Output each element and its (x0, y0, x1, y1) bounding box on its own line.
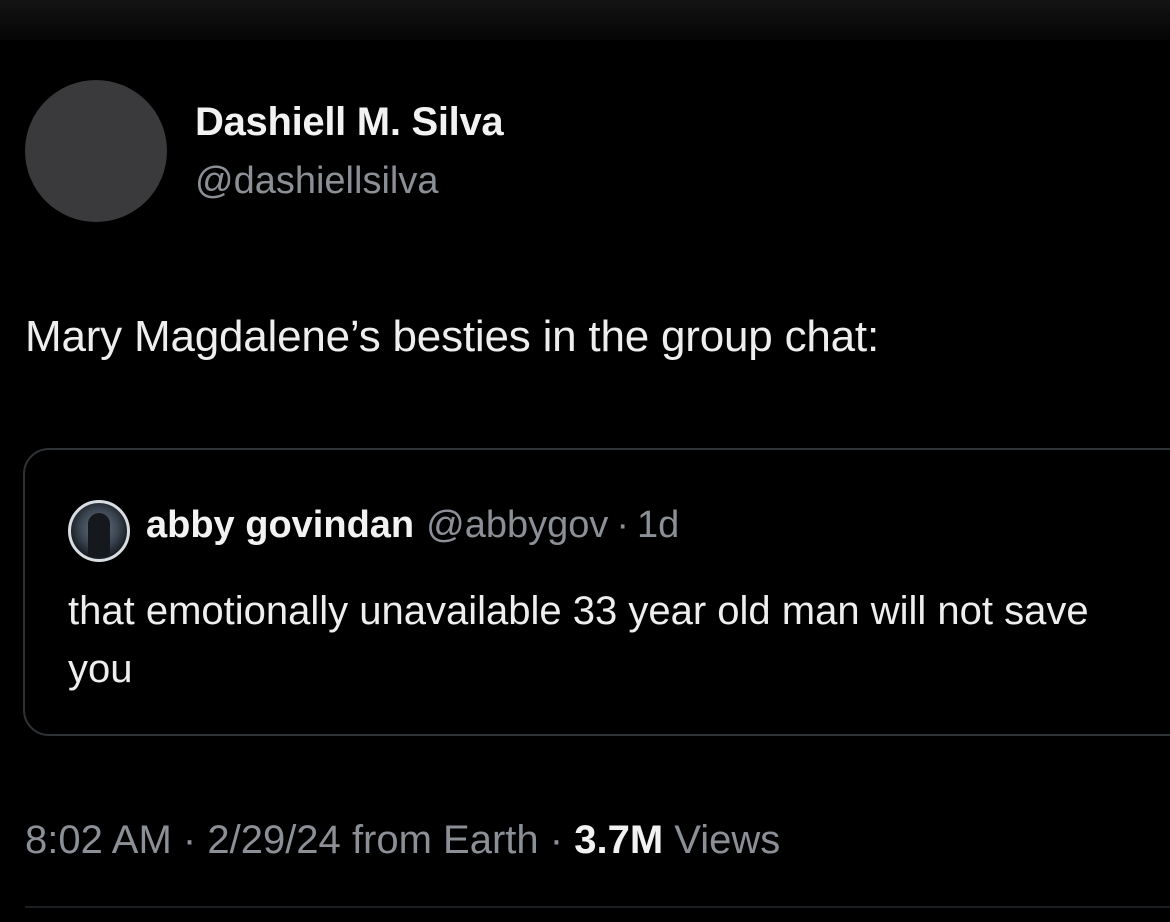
quoted-tweet-header: abby govindan @abbygov · 1d (146, 504, 679, 547)
tweet-time[interactable]: 8:02 AM (25, 818, 172, 862)
tweet-source: from Earth (351, 818, 539, 862)
quoted-separator: · (616, 504, 630, 546)
tweet: Dashiell M. Silva @dashiellsilva Mary Ma… (0, 0, 1170, 922)
quoted-author-avatar[interactable] (68, 500, 130, 562)
avatar-figure-icon (88, 513, 110, 557)
views-label: Views (674, 818, 781, 862)
divider (25, 906, 1170, 908)
quoted-author-handle[interactable]: @abbygov (426, 504, 608, 546)
author-name[interactable]: Dashiell M. Silva (195, 100, 504, 145)
author-handle[interactable]: @dashiellsilva (195, 160, 438, 203)
tweet-metadata: 8:02 AM · 2/29/24 from Earth · 3.7M View… (25, 818, 780, 863)
tweet-text: Mary Magdalene’s besties in the group ch… (25, 312, 879, 361)
meta-separator-1: · (182, 818, 197, 862)
meta-separator-2: · (549, 818, 564, 862)
quoted-tweet-text: that emotionally unavailable 33 year old… (68, 589, 1089, 691)
views-count: 3.7M (574, 818, 664, 862)
tweet-date[interactable]: 2/29/24 (207, 818, 340, 862)
author-avatar[interactable] (25, 80, 167, 222)
quoted-timestamp[interactable]: 1d (637, 504, 679, 546)
quoted-author-name[interactable]: abby govindan (146, 504, 414, 546)
